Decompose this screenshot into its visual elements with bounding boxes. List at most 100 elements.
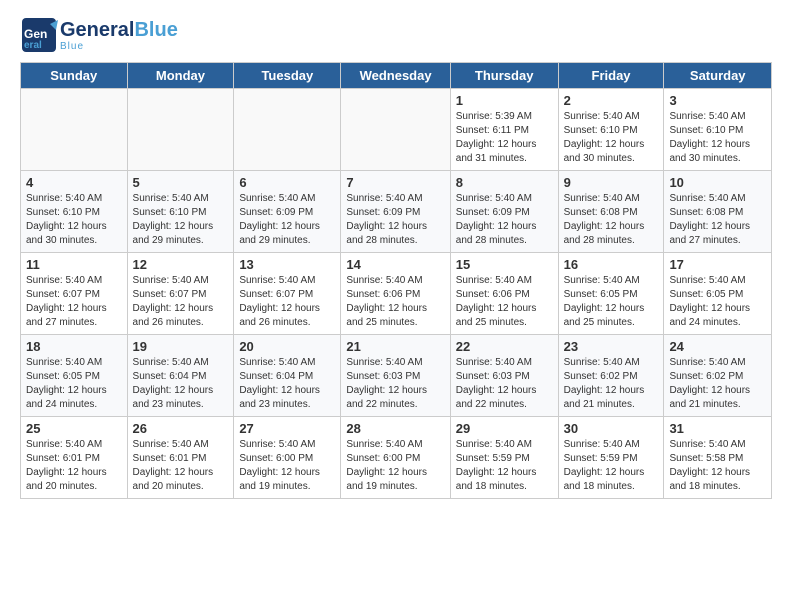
day-info: Sunrise: 5:40 AM Sunset: 6:04 PM Dayligh…	[133, 356, 229, 412]
calendar-day: 27 Sunrise: 5:40 AM Sunset: 6:00 PM Dayli…	[234, 417, 341, 499]
calendar-header-tuesday: Tuesday	[234, 63, 341, 89]
week-row-4: 18 Sunrise: 5:40 AM Sunset: 6:05 PM Dayli…	[21, 335, 772, 417]
day-info: Sunrise: 5:40 AM Sunset: 6:01 PM Dayligh…	[26, 438, 122, 494]
day-number: 31	[669, 421, 766, 436]
day-number: 14	[346, 257, 444, 272]
day-info: Sunrise: 5:40 AM Sunset: 5:58 PM Dayligh…	[669, 438, 766, 494]
day-info: Sunrise: 5:40 AM Sunset: 6:01 PM Dayligh…	[133, 438, 229, 494]
calendar-day: 25 Sunrise: 5:40 AM Sunset: 6:01 PM Dayli…	[21, 417, 128, 499]
calendar-day: 31 Sunrise: 5:40 AM Sunset: 5:58 PM Dayli…	[664, 417, 772, 499]
day-number: 19	[133, 339, 229, 354]
day-number: 9	[564, 175, 659, 190]
day-info: Sunrise: 5:40 AM Sunset: 6:02 PM Dayligh…	[564, 356, 659, 412]
calendar-day: 6 Sunrise: 5:40 AM Sunset: 6:09 PM Daylig…	[234, 171, 341, 253]
day-info: Sunrise: 5:40 AM Sunset: 6:07 PM Dayligh…	[133, 274, 229, 330]
day-number: 2	[564, 93, 659, 108]
page: Gen eral GeneralBlue Blue SundayMondayTu…	[0, 0, 792, 515]
day-info: Sunrise: 5:40 AM Sunset: 6:00 PM Dayligh…	[239, 438, 335, 494]
day-info: Sunrise: 5:40 AM Sunset: 6:09 PM Dayligh…	[456, 192, 553, 248]
calendar-day: 22 Sunrise: 5:40 AM Sunset: 6:03 PM Dayli…	[450, 335, 558, 417]
calendar-day: 21 Sunrise: 5:40 AM Sunset: 6:03 PM Dayli…	[341, 335, 450, 417]
calendar-day: 29 Sunrise: 5:40 AM Sunset: 5:59 PM Dayli…	[450, 417, 558, 499]
day-info: Sunrise: 5:40 AM Sunset: 6:00 PM Dayligh…	[346, 438, 444, 494]
day-info: Sunrise: 5:39 AM Sunset: 6:11 PM Dayligh…	[456, 110, 553, 166]
day-info: Sunrise: 5:40 AM Sunset: 6:08 PM Dayligh…	[564, 192, 659, 248]
day-info: Sunrise: 5:40 AM Sunset: 6:07 PM Dayligh…	[239, 274, 335, 330]
calendar-day: 30 Sunrise: 5:40 AM Sunset: 5:59 PM Dayli…	[558, 417, 664, 499]
calendar-day: 14 Sunrise: 5:40 AM Sunset: 6:06 PM Dayli…	[341, 253, 450, 335]
day-info: Sunrise: 5:40 AM Sunset: 6:05 PM Dayligh…	[669, 274, 766, 330]
calendar-day: 12Sunrise: 5:40 AM Sunset: 6:07 PM Dayli…	[127, 253, 234, 335]
day-number: 29	[456, 421, 553, 436]
day-info: Sunrise: 5:40 AM Sunset: 6:10 PM Dayligh…	[669, 110, 766, 166]
calendar-day: 23 Sunrise: 5:40 AM Sunset: 6:02 PM Dayli…	[558, 335, 664, 417]
calendar-day: 10 Sunrise: 5:40 AM Sunset: 6:08 PM Dayli…	[664, 171, 772, 253]
day-number: 28	[346, 421, 444, 436]
calendar-header-saturday: Saturday	[664, 63, 772, 89]
day-info: Sunrise: 5:40 AM Sunset: 6:04 PM Dayligh…	[239, 356, 335, 412]
day-number: 6	[239, 175, 335, 190]
calendar-day: 3 Sunrise: 5:40 AM Sunset: 6:10 PM Daylig…	[664, 89, 772, 171]
calendar-day: 18 Sunrise: 5:40 AM Sunset: 6:05 PM Dayli…	[21, 335, 128, 417]
calendar-day: 1 Sunrise: 5:39 AM Sunset: 6:11 PM Daylig…	[450, 89, 558, 171]
calendar-day: 5Sunrise: 5:40 AM Sunset: 6:10 PM Daylig…	[127, 171, 234, 253]
day-info: Sunrise: 5:40 AM Sunset: 6:06 PM Dayligh…	[346, 274, 444, 330]
calendar-day: 28 Sunrise: 5:40 AM Sunset: 6:00 PM Dayli…	[341, 417, 450, 499]
svg-text:Gen: Gen	[24, 27, 47, 41]
calendar-day	[341, 89, 450, 171]
calendar-day	[21, 89, 128, 171]
logo-blue: Blue	[134, 19, 177, 41]
day-number: 3	[669, 93, 766, 108]
calendar-day: 9 Sunrise: 5:40 AM Sunset: 6:08 PM Daylig…	[558, 171, 664, 253]
week-row-5: 25 Sunrise: 5:40 AM Sunset: 6:01 PM Dayli…	[21, 417, 772, 499]
day-info: Sunrise: 5:40 AM Sunset: 6:09 PM Dayligh…	[346, 192, 444, 248]
logo-tagline: Blue	[60, 41, 178, 52]
day-number: 16	[564, 257, 659, 272]
calendar-day: 7Sunrise: 5:40 AM Sunset: 6:09 PM Daylig…	[341, 171, 450, 253]
day-info: Sunrise: 5:40 AM Sunset: 6:10 PM Dayligh…	[564, 110, 659, 166]
calendar-day	[234, 89, 341, 171]
calendar-header-row: SundayMondayTuesdayWednesdayThursdayFrid…	[21, 63, 772, 89]
calendar-day: 8Sunrise: 5:40 AM Sunset: 6:09 PM Daylig…	[450, 171, 558, 253]
calendar-day: 20 Sunrise: 5:40 AM Sunset: 6:04 PM Dayli…	[234, 335, 341, 417]
day-info: Sunrise: 5:40 AM Sunset: 6:07 PM Dayligh…	[26, 274, 122, 330]
logo-general: General	[60, 19, 134, 41]
day-number: 17	[669, 257, 766, 272]
day-info: Sunrise: 5:40 AM Sunset: 5:59 PM Dayligh…	[456, 438, 553, 494]
day-number: 11	[26, 257, 122, 272]
calendar-header-friday: Friday	[558, 63, 664, 89]
day-info: Sunrise: 5:40 AM Sunset: 5:59 PM Dayligh…	[564, 438, 659, 494]
day-number: 5	[133, 175, 229, 190]
day-number: 13	[239, 257, 335, 272]
calendar-day: 13 Sunrise: 5:40 AM Sunset: 6:07 PM Dayli…	[234, 253, 341, 335]
day-number: 15	[456, 257, 553, 272]
day-number: 18	[26, 339, 122, 354]
calendar-day: 11 Sunrise: 5:40 AM Sunset: 6:07 PM Dayli…	[21, 253, 128, 335]
calendar-header-monday: Monday	[127, 63, 234, 89]
day-info: Sunrise: 5:40 AM Sunset: 6:03 PM Dayligh…	[456, 356, 553, 412]
header: Gen eral GeneralBlue Blue	[20, 16, 772, 54]
day-info: Sunrise: 5:40 AM Sunset: 6:08 PM Dayligh…	[669, 192, 766, 248]
day-number: 30	[564, 421, 659, 436]
day-info: Sunrise: 5:40 AM Sunset: 6:03 PM Dayligh…	[346, 356, 444, 412]
day-number: 20	[239, 339, 335, 354]
day-info: Sunrise: 5:40 AM Sunset: 6:05 PM Dayligh…	[564, 274, 659, 330]
day-info: Sunrise: 5:40 AM Sunset: 6:05 PM Dayligh…	[26, 356, 122, 412]
day-number: 25	[26, 421, 122, 436]
logo-icon: Gen eral	[20, 16, 58, 54]
day-info: Sunrise: 5:40 AM Sunset: 6:06 PM Dayligh…	[456, 274, 553, 330]
week-row-3: 11 Sunrise: 5:40 AM Sunset: 6:07 PM Dayli…	[21, 253, 772, 335]
day-number: 21	[346, 339, 444, 354]
day-info: Sunrise: 5:40 AM Sunset: 6:09 PM Dayligh…	[239, 192, 335, 248]
calendar-header-thursday: Thursday	[450, 63, 558, 89]
day-number: 10	[669, 175, 766, 190]
day-number: 1	[456, 93, 553, 108]
day-number: 22	[456, 339, 553, 354]
day-info: Sunrise: 5:40 AM Sunset: 6:02 PM Dayligh…	[669, 356, 766, 412]
day-number: 23	[564, 339, 659, 354]
calendar-day: 19 Sunrise: 5:40 AM Sunset: 6:04 PM Dayli…	[127, 335, 234, 417]
week-row-2: 4Sunrise: 5:40 AM Sunset: 6:10 PM Daylig…	[21, 171, 772, 253]
calendar-day: 2 Sunrise: 5:40 AM Sunset: 6:10 PM Daylig…	[558, 89, 664, 171]
calendar-day: 15 Sunrise: 5:40 AM Sunset: 6:06 PM Dayli…	[450, 253, 558, 335]
day-number: 27	[239, 421, 335, 436]
